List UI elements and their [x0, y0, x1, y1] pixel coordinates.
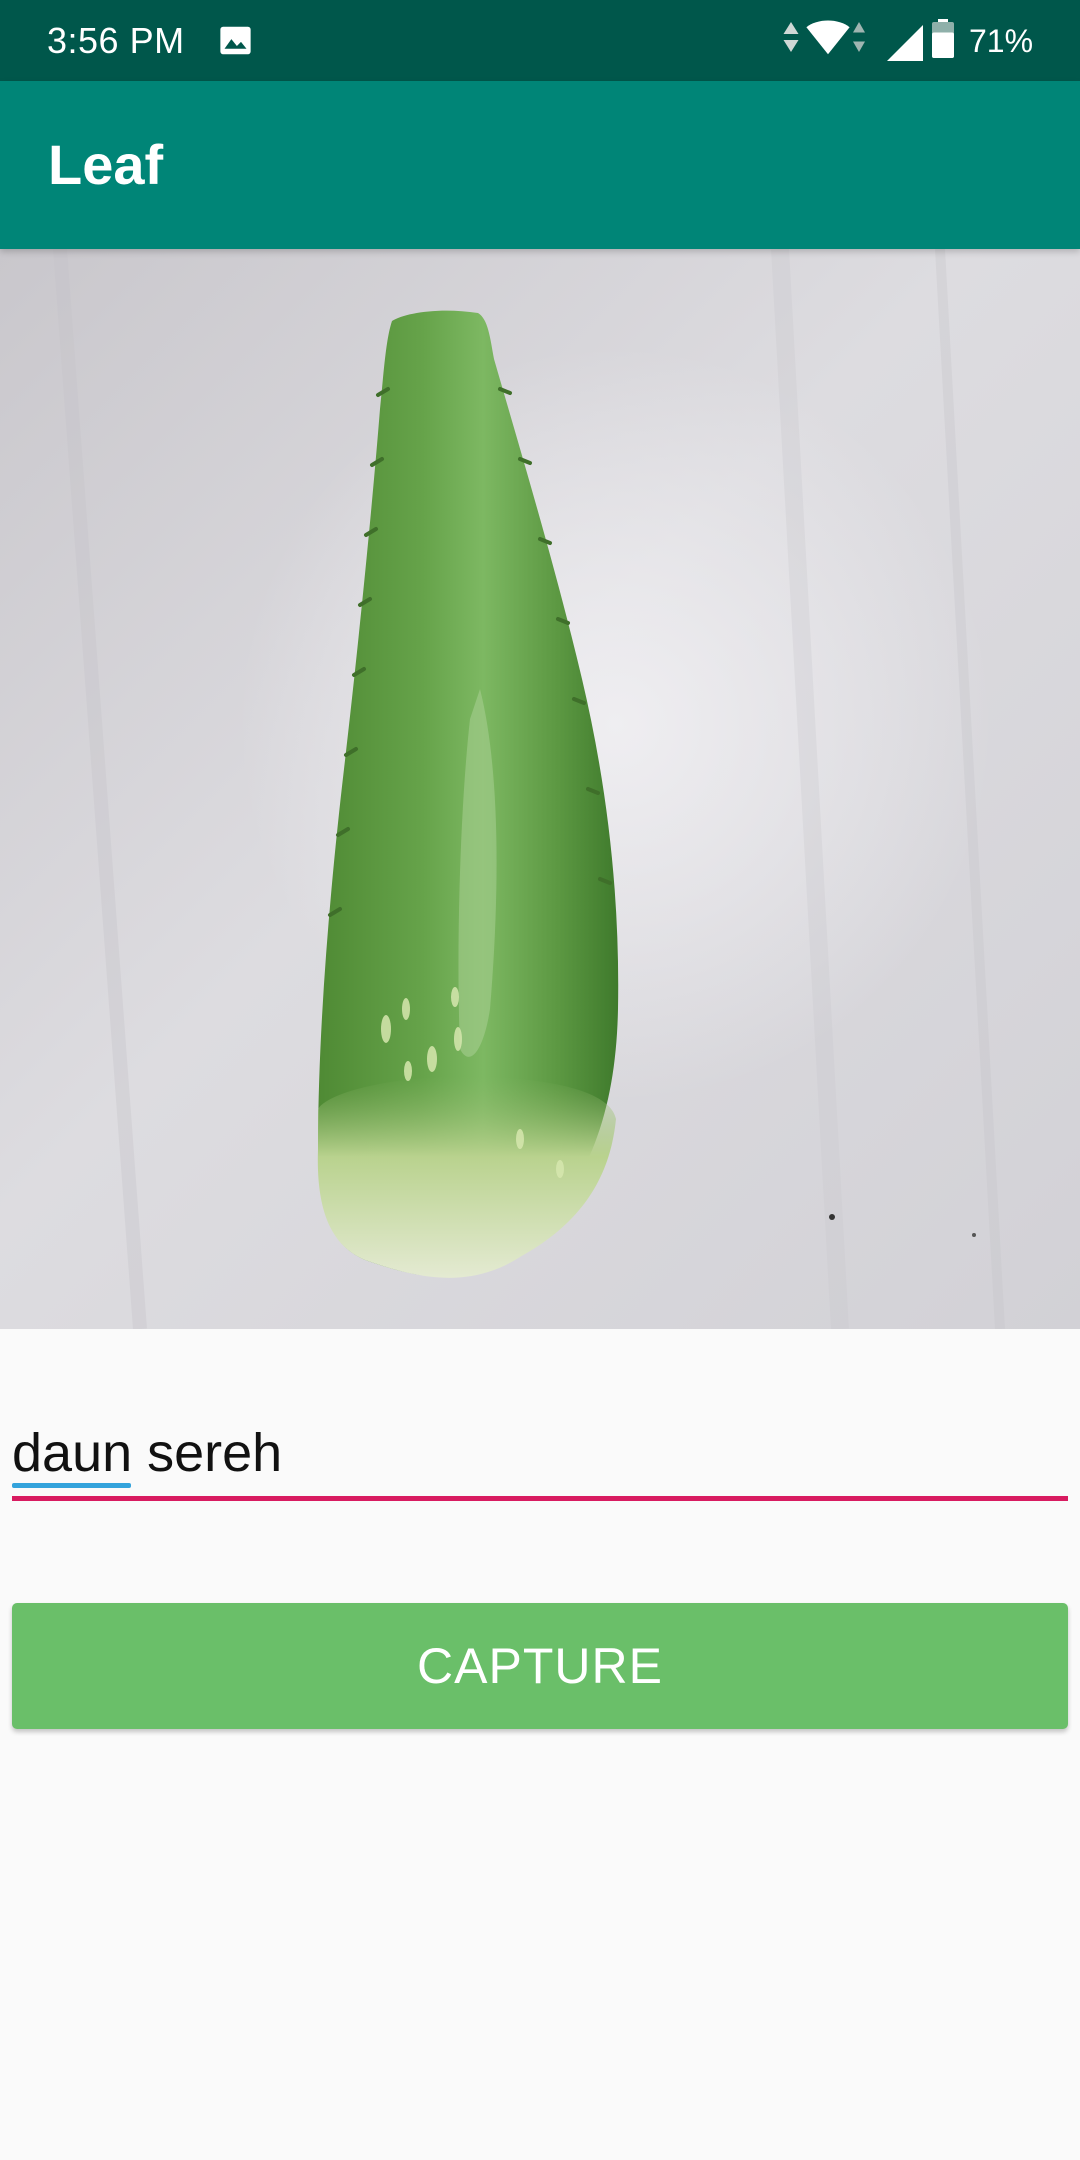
leaf-photo	[0, 249, 1080, 1329]
battery-icon	[932, 19, 954, 58]
name-input-wrap	[12, 1410, 1068, 1506]
data-arrows-icon	[783, 22, 799, 52]
battery-percent: 71%	[969, 23, 1034, 59]
status-bar: 3:56 PM 71%	[0, 0, 1080, 81]
capture-button[interactable]: CAPTURE	[12, 1603, 1068, 1729]
input-underline	[12, 1496, 1068, 1501]
name-input[interactable]	[12, 1410, 1068, 1496]
screen: 3:56 PM 71% Leaf daun sereh CAPTURE	[0, 0, 1080, 2160]
status-time: 3:56 PM	[47, 20, 185, 61]
photo-preview	[0, 249, 1080, 1329]
signal-icon	[887, 25, 923, 61]
wifi-arrows-icon	[853, 22, 865, 52]
spellcheck-underline	[12, 1483, 131, 1488]
app-title: Leaf	[48, 133, 164, 196]
image-icon	[220, 26, 251, 55]
status-icons: 71%	[760, 0, 1080, 81]
wifi-icon	[806, 20, 850, 55]
app-bar: Leaf	[0, 81, 1080, 249]
